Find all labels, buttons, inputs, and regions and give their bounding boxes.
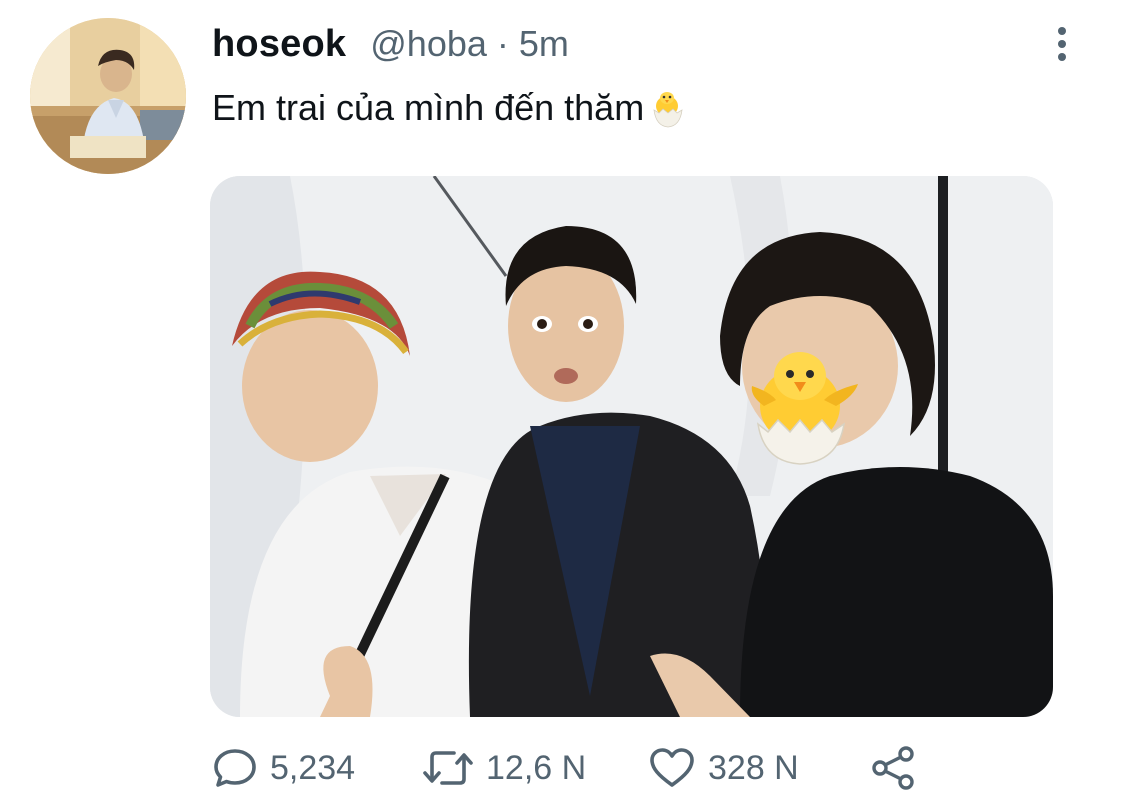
display-name[interactable]: hoseok — [212, 23, 346, 66]
tweet-header: hoseok @hoba · 5m — [212, 22, 569, 66]
separator-dot: · — [496, 23, 509, 64]
retweet-button[interactable]: 12,6 N — [422, 745, 648, 791]
avatar[interactable] — [30, 18, 186, 174]
hatching-chick-emoji-icon — [646, 86, 690, 130]
tweet-photo[interactable] — [210, 176, 1053, 717]
like-count: 328 N — [708, 748, 799, 787]
heart-icon — [648, 745, 696, 791]
share-icon — [870, 745, 918, 791]
action-bar: 5,234 12,6 N 328 N — [212, 740, 918, 796]
reply-icon — [212, 745, 258, 791]
reply-button[interactable]: 5,234 — [212, 745, 422, 791]
retweet-icon — [422, 745, 474, 791]
user-handle[interactable]: @hoba — [370, 23, 487, 65]
retweet-count: 12,6 N — [486, 748, 587, 787]
reply-count: 5,234 — [270, 748, 356, 787]
timestamp[interactable]: 5m — [519, 23, 569, 65]
tweet-card: hoseok @hoba · 5m Em trai của mình đến t… — [0, 0, 1125, 811]
more-vertical-icon[interactable] — [1046, 24, 1078, 64]
tweet-text: Em trai của mình đến thăm — [212, 86, 690, 130]
like-button[interactable]: 328 N — [648, 745, 870, 791]
share-button[interactable] — [870, 745, 918, 791]
tweet-text-content: Em trai của mình đến thăm — [212, 87, 645, 128]
